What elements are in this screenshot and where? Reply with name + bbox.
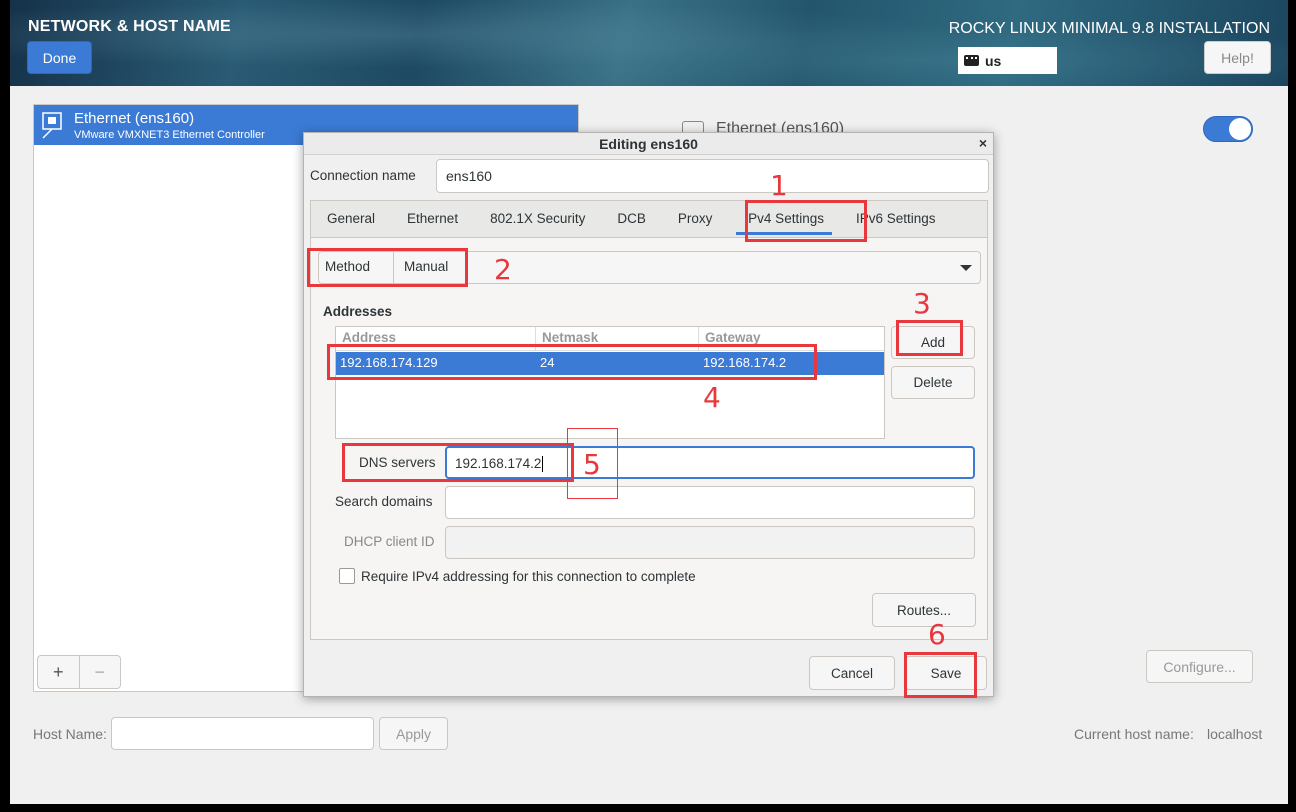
installer-window: NETWORK & HOST NAME Done ROCKY LINUX MIN… (10, 0, 1288, 804)
hostname-input[interactable] (111, 717, 374, 750)
help-button[interactable]: Help! (1204, 41, 1271, 74)
dhcp-client-id-label: DHCP client ID (344, 534, 435, 549)
routes-button[interactable]: Routes... (872, 593, 976, 627)
device-name: Ethernet (ens160) (74, 110, 195, 127)
search-domains-input[interactable] (445, 486, 975, 519)
chevron-down-icon (960, 265, 972, 271)
settings-tabs: General Ethernet 802.1X Security DCB Pro… (310, 200, 988, 238)
configure-button[interactable]: Configure... (1146, 650, 1253, 683)
current-hostname-value: localhost (1207, 726, 1263, 742)
tab-proxy[interactable]: Proxy (662, 201, 729, 237)
annotation-box-add (896, 320, 963, 356)
device-list-buttons: + − (37, 655, 121, 689)
annotation-box-dns (342, 443, 574, 482)
search-domains-label: Search domains (335, 494, 433, 509)
edit-connection-dialog: Editing ens160 × Connection name ens160 … (303, 132, 994, 697)
keyboard-layout-indicator[interactable]: us (958, 47, 1057, 74)
annotation-number-2: 2 (494, 253, 512, 286)
close-icon[interactable]: × (979, 135, 987, 151)
dialog-title: Editing ens160 (304, 133, 993, 155)
tab-general[interactable]: General (311, 201, 391, 237)
annotation-number-5: 5 (583, 448, 601, 481)
tab-dcb[interactable]: DCB (601, 201, 662, 237)
annotation-box-address-row (327, 344, 817, 380)
connection-name-input[interactable]: ens160 (436, 159, 989, 193)
add-device-button[interactable]: + (38, 656, 79, 688)
current-hostname-label: Current host name: (1074, 726, 1194, 742)
annotation-number-4: 4 (703, 381, 721, 414)
annotation-number-3: 3 (913, 287, 931, 320)
annotation-number-6: 6 (928, 618, 946, 651)
annotation-box-save (904, 652, 977, 698)
dhcp-client-id-input[interactable] (445, 526, 975, 559)
annotation-number-1: 1 (770, 169, 788, 202)
require-ipv4-row: Require IPv4 addressing for this connect… (339, 568, 696, 584)
addresses-heading: Addresses (323, 304, 393, 319)
delete-address-button[interactable]: Delete (891, 366, 975, 399)
done-button[interactable]: Done (27, 41, 92, 74)
keyboard-layout-label: us (985, 52, 1002, 69)
remove-device-button[interactable]: − (78, 656, 121, 688)
device-description: VMware VMXNET3 Ethernet Controller (74, 129, 265, 141)
tab-ethernet[interactable]: Ethernet (391, 201, 474, 237)
page-title: NETWORK & HOST NAME (28, 18, 231, 35)
require-ipv4-label: Require IPv4 addressing for this connect… (361, 568, 696, 584)
apply-button[interactable]: Apply (379, 717, 448, 750)
keyboard-icon (964, 55, 979, 66)
connection-name-label: Connection name (310, 168, 416, 183)
addresses-table: Address Netmask Gateway 192.168.174.129 … (335, 326, 885, 439)
hostname-label: Host Name: (33, 726, 107, 742)
annotation-box-ipv4-tab (745, 200, 867, 242)
product-title: ROCKY LINUX MINIMAL 9.8 INSTALLATION (948, 20, 1270, 37)
tab-8021x-security[interactable]: 802.1X Security (474, 201, 601, 237)
ipv4-settings-panel: Method Manual Addresses Address Netmask … (310, 237, 988, 640)
annotation-box-method (307, 248, 468, 287)
device-enable-toggle[interactable] (1203, 116, 1253, 142)
ethernet-icon (42, 112, 62, 139)
header-banner (10, 0, 1288, 86)
require-ipv4-checkbox[interactable] (339, 568, 355, 584)
cancel-button[interactable]: Cancel (809, 656, 895, 690)
